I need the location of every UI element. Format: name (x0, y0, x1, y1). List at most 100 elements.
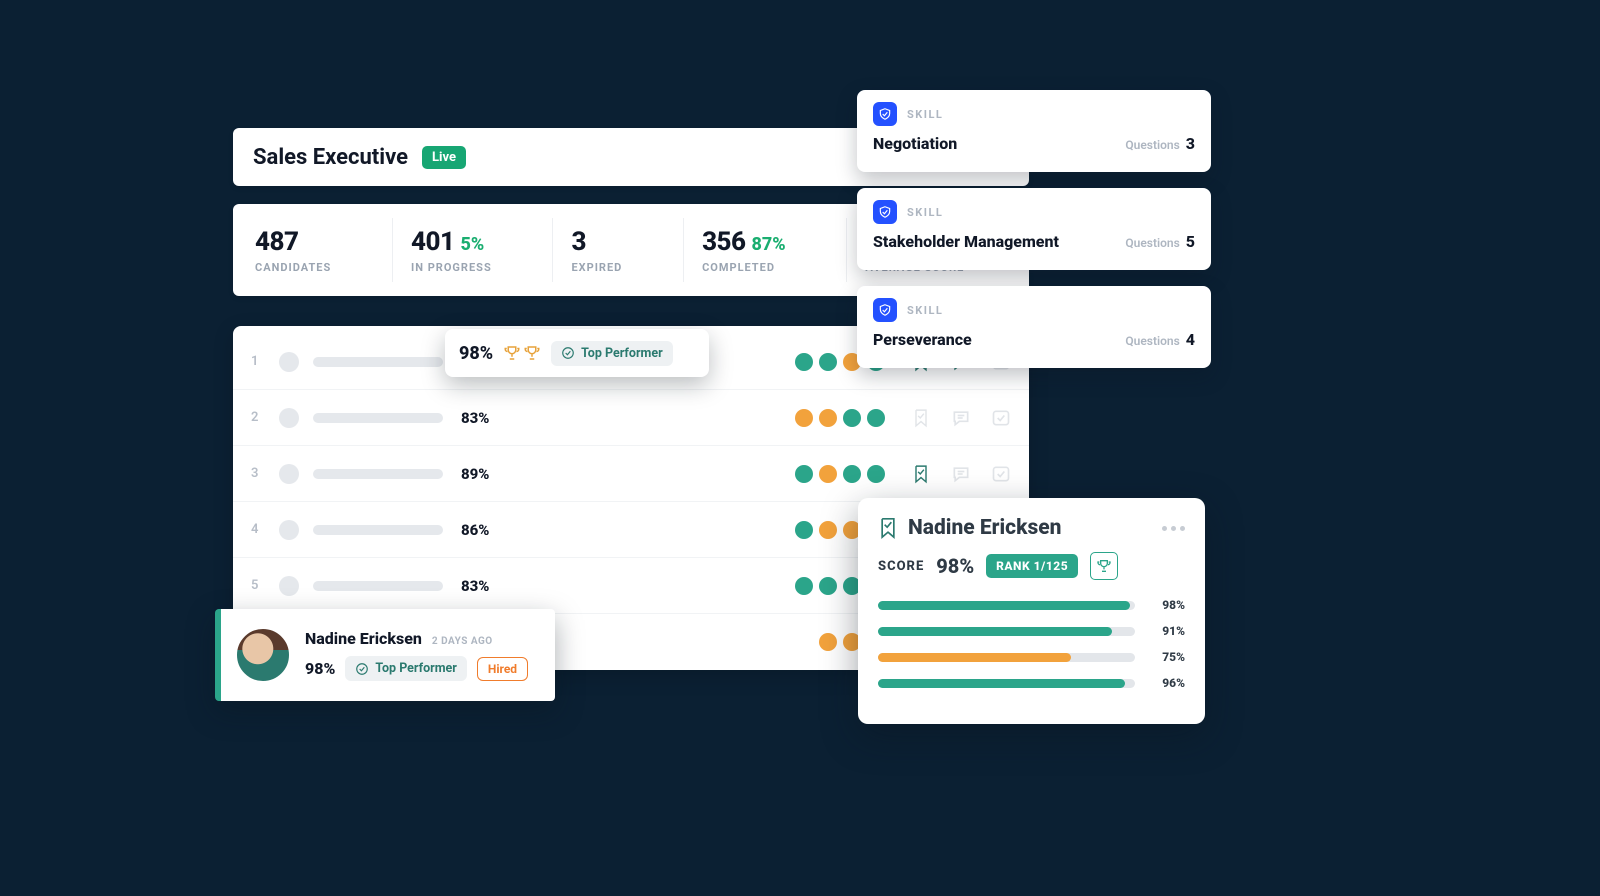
score-label: SCORE (878, 559, 924, 574)
bookmark-icon[interactable] (911, 408, 931, 428)
skill-card[interactable]: SKILL Negotiation Questions 3 (857, 90, 1211, 172)
row-actions (911, 408, 1011, 428)
candidate-detail-card: Nadine Ericksen SCORE 98% RANK 1/125 98%… (858, 498, 1205, 724)
dot-icon (819, 353, 837, 371)
bar-percent: 98% (1145, 598, 1185, 612)
candidate-mini-card[interactable]: Nadine Ericksen 2 DAYS AGO 98% Top Perfo… (215, 609, 555, 701)
more-icon[interactable] (1162, 526, 1185, 531)
row-rank: 1 (251, 354, 269, 369)
skill-icon (873, 102, 897, 126)
stat-expired: 3 EXPIRED (553, 218, 684, 282)
skill-icon (873, 298, 897, 322)
table-row[interactable]: 3 89% (233, 446, 1029, 502)
questions-count: 3 (1186, 134, 1195, 153)
bookmark-icon[interactable] (911, 464, 931, 484)
bar-percent: 91% (1145, 624, 1185, 638)
name-placeholder (313, 357, 443, 367)
check-circle-icon (355, 662, 369, 676)
dot-icon (795, 577, 813, 595)
bar-percent: 75% (1145, 650, 1185, 664)
trophy-icon (523, 344, 541, 362)
stat-candidates: 487 CANDIDATES (237, 218, 393, 282)
name-placeholder (313, 469, 443, 479)
questions-label: Questions (1125, 236, 1179, 250)
top-performer-pill: Top Performer (551, 341, 673, 366)
skill-tag: SKILL (907, 304, 943, 317)
stat-label: EXPIRED (571, 261, 665, 274)
score-bar: 75% (878, 650, 1185, 664)
stat-completed: 356 87% COMPLETED (684, 218, 847, 282)
name-placeholder (313, 581, 443, 591)
score-bar: 98% (878, 598, 1185, 612)
questions-label: Questions (1125, 138, 1179, 152)
row-score: 89% (461, 465, 517, 483)
stat-percent: 87% (752, 234, 786, 255)
questions-count: 4 (1186, 330, 1195, 349)
score-value: 98% (936, 554, 974, 578)
dot-icon (795, 409, 813, 427)
dot-icon (843, 409, 861, 427)
avatar-placeholder (279, 576, 299, 596)
skill-name: Stakeholder Management (873, 232, 1059, 251)
score-bar: 96% (878, 676, 1185, 690)
name-placeholder (313, 525, 443, 535)
candidate-name: Nadine Ericksen (908, 516, 1061, 540)
trophy-icon (1090, 552, 1118, 580)
row-rank: 5 (251, 578, 269, 593)
rank-badge: RANK 1/125 (986, 554, 1078, 578)
popover-score: 98% (459, 343, 493, 364)
dot-icon (819, 465, 837, 483)
stat-percent: 5% (460, 234, 484, 255)
status-badge: Live (422, 146, 466, 169)
avatar-placeholder (279, 408, 299, 428)
dot-icon (867, 465, 885, 483)
bar-percent: 96% (1145, 676, 1185, 690)
avatar (235, 627, 291, 683)
comment-icon[interactable] (951, 408, 971, 428)
candidate-name: Nadine Ericksen (305, 629, 422, 648)
bookmark-icon (878, 516, 898, 540)
skill-tag: SKILL (907, 206, 943, 219)
dot-icon (795, 521, 813, 539)
avatar-placeholder (279, 352, 299, 372)
top-performer-label: Top Performer (375, 661, 457, 676)
dot-icon (819, 633, 837, 651)
skill-icon (873, 200, 897, 224)
skill-card[interactable]: SKILL Stakeholder Management Questions 5 (857, 188, 1211, 270)
row-rank: 3 (251, 466, 269, 481)
check-circle-icon (561, 346, 575, 360)
name-placeholder (313, 413, 443, 423)
approve-icon[interactable] (991, 464, 1011, 484)
skill-tag: SKILL (907, 108, 943, 121)
dot-icon (819, 521, 837, 539)
score-dots (795, 465, 885, 483)
row-score: 83% (461, 577, 517, 595)
dot-icon (843, 465, 861, 483)
row-score: 83% (461, 409, 517, 427)
stat-label: IN PROGRESS (411, 261, 534, 274)
top-performer-pill: Top Performer (345, 656, 467, 681)
stat-label: CANDIDATES (255, 261, 374, 274)
candidate-score: 98% (305, 659, 335, 678)
skill-name: Perseverance (873, 330, 972, 349)
row-rank: 2 (251, 410, 269, 425)
dot-icon (795, 465, 813, 483)
comment-icon[interactable] (951, 464, 971, 484)
questions-count: 5 (1186, 232, 1195, 251)
approve-icon[interactable] (991, 408, 1011, 428)
skill-card[interactable]: SKILL Perseverance Questions 4 (857, 286, 1211, 368)
trophy-icon (503, 344, 521, 362)
stat-label: COMPLETED (702, 261, 828, 274)
skill-name: Negotiation (873, 134, 957, 153)
dot-icon (819, 409, 837, 427)
hired-badge: Hired (477, 657, 528, 681)
score-bar: 91% (878, 624, 1185, 638)
trophies (503, 344, 541, 362)
stat-value: 356 (702, 227, 745, 257)
questions-label: Questions (1125, 334, 1179, 348)
table-row[interactable]: 2 83% (233, 390, 1029, 446)
stat-value: 487 (255, 227, 298, 257)
score-popover: 98% Top Performer (445, 329, 709, 377)
dot-icon (795, 353, 813, 371)
row-actions (911, 464, 1011, 484)
